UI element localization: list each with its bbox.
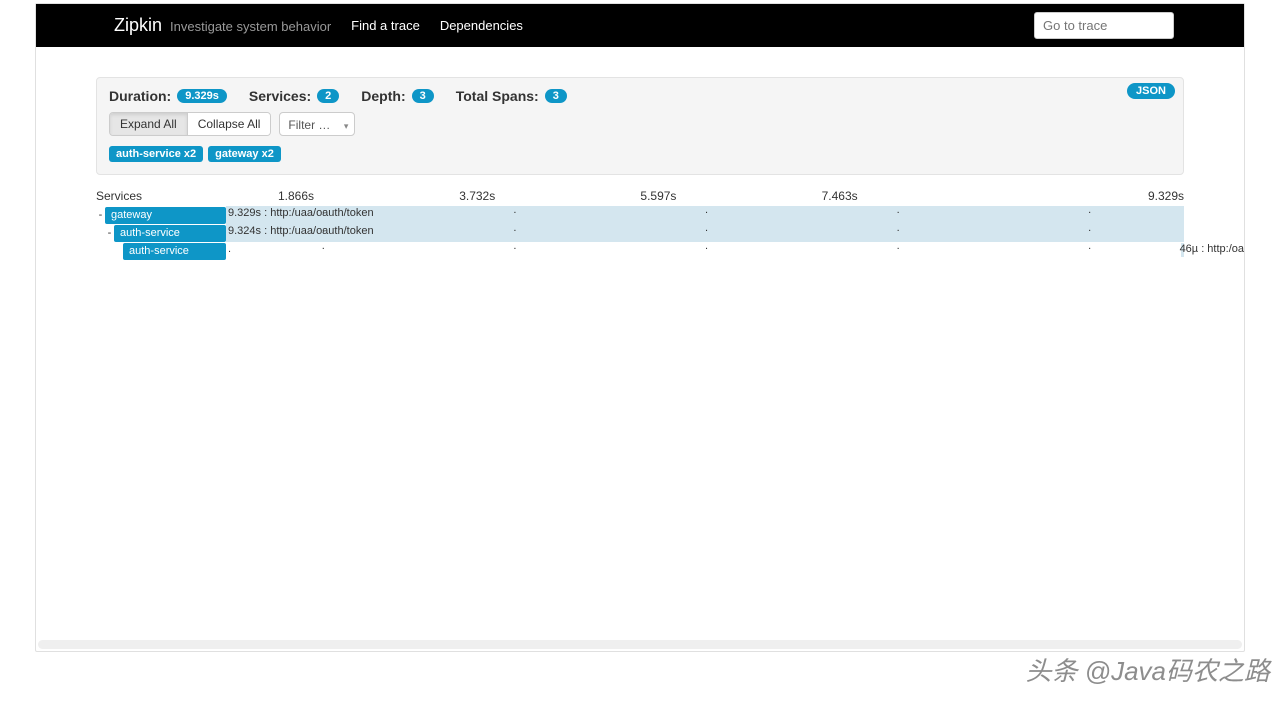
service-label-auth[interactable]: auth-service (114, 225, 226, 242)
total-spans-value: 3 (545, 89, 567, 103)
tag-gateway[interactable]: gateway x2 (208, 146, 281, 162)
collapse-toggle[interactable]: - (96, 206, 105, 224)
tag-auth-service[interactable]: auth-service x2 (109, 146, 203, 162)
navbar: Zipkin Investigate system behavior Find … (36, 4, 1244, 47)
nav-find-trace[interactable]: Find a trace (351, 18, 420, 33)
total-spans-label: Total Spans: (456, 88, 539, 104)
collapse-toggle[interactable]: - (105, 224, 114, 242)
filter-select[interactable]: Filter S… (279, 112, 355, 136)
go-to-trace-input[interactable] (1034, 12, 1174, 39)
service-label-auth[interactable]: auth-service (123, 243, 226, 260)
nav-dependencies[interactable]: Dependencies (440, 18, 523, 33)
tick-3: 5.597s (640, 189, 821, 203)
expand-collapse-group: Expand All Collapse All (109, 112, 271, 136)
summary-panel: JSON Duration: 9.329s Services: 2 Depth:… (96, 77, 1184, 175)
services-label: Services: (249, 88, 311, 104)
json-button[interactable]: JSON (1127, 83, 1175, 99)
watermark: 头条 @Java码农之路 (1025, 651, 1270, 688)
tick-1: 1.866s (226, 189, 459, 203)
brand[interactable]: Zipkin Investigate system behavior (114, 15, 331, 36)
collapse-all-button[interactable]: Collapse All (187, 113, 271, 135)
tick-2: 3.732s (459, 189, 640, 203)
depth-value: 3 (412, 89, 434, 103)
tick-5: 9.329s (1003, 189, 1184, 203)
tick-4: 7.463s (822, 189, 1003, 203)
span-row[interactable]: auth-service . 46µ : http:/oa (96, 242, 1184, 260)
span-row[interactable]: - auth-service 9.324s : http:/uaa/oauth/… (96, 224, 1184, 242)
expand-all-button[interactable]: Expand All (110, 113, 187, 135)
services-value: 2 (317, 89, 339, 103)
depth-label: Depth: (361, 88, 405, 104)
brand-title: Zipkin (114, 15, 162, 36)
duration-value: 9.329s (177, 89, 227, 103)
col-services-header: Services (96, 189, 226, 203)
horizontal-scrollbar[interactable] (38, 640, 1242, 649)
brand-subtitle: Investigate system behavior (170, 19, 331, 34)
service-label-gateway[interactable]: gateway (105, 207, 226, 224)
span-text-right: 46µ : http:/oa (1180, 243, 1244, 255)
duration-label: Duration: (109, 88, 171, 104)
trace-table: Services 1.866s 3.732s 5.597s 7.463s 9.3… (96, 189, 1184, 260)
span-row[interactable]: - gateway 9.329s : http:/uaa/oauth/token (96, 206, 1184, 224)
